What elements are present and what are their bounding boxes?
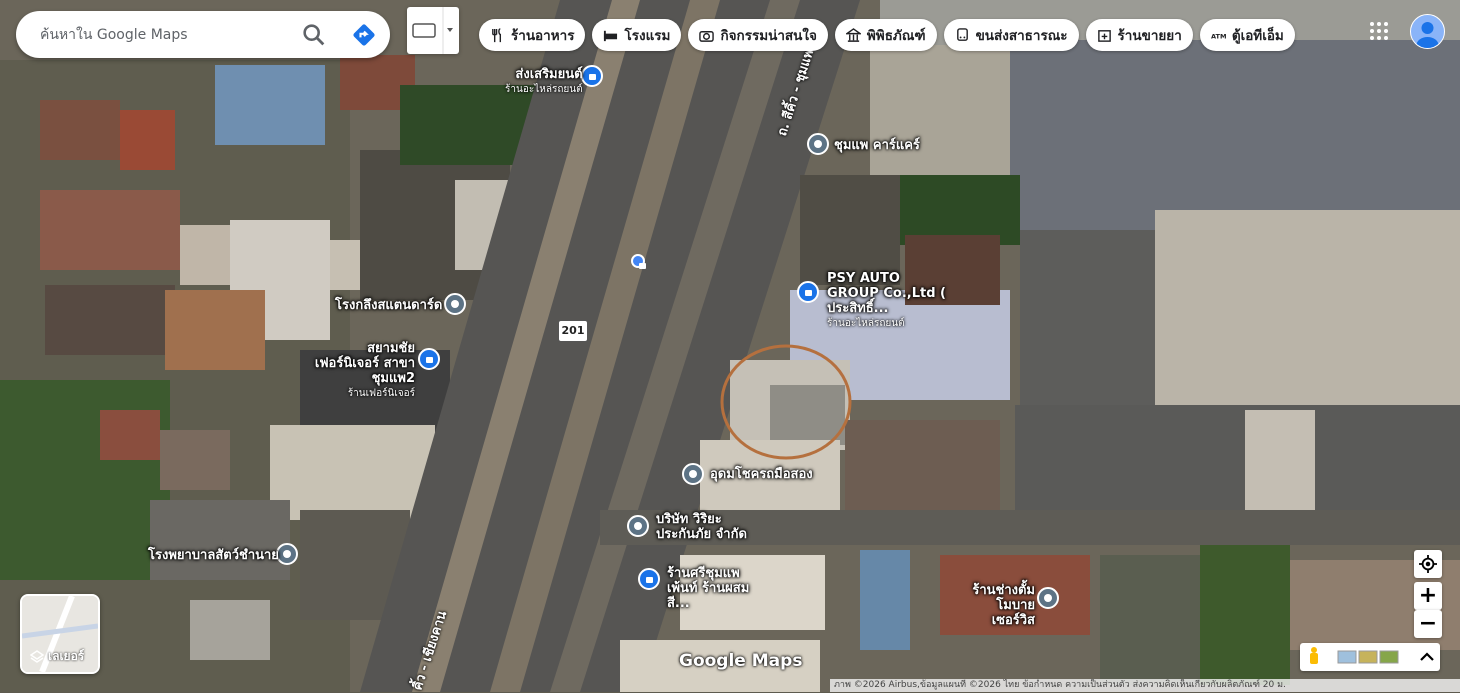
place-label[interactable]: สยามชัยเฟอร์นิเจอร์ สาขาชุมแพ2 ร้านเฟอร์น… xyxy=(303,341,415,401)
atm-icon: ATM xyxy=(1211,32,1226,40)
chip-label: ขนส่งสาธารณะ xyxy=(975,28,1068,44)
chip-label: โรงแรม xyxy=(624,28,671,44)
directions-icon[interactable] xyxy=(350,21,378,49)
shop-pin[interactable] xyxy=(797,281,819,303)
place-label[interactable]: บริษัท วิริยะ ประกันภัย จำกัด xyxy=(656,512,751,542)
search-input[interactable] xyxy=(38,21,302,49)
search-icon[interactable] xyxy=(300,21,328,49)
chevron-up-icon xyxy=(1420,652,1434,661)
shop-pin[interactable] xyxy=(638,568,660,590)
layers-label: เลเยอร์ xyxy=(30,647,84,666)
pharmacy-icon xyxy=(1097,29,1111,42)
my-location-button[interactable] xyxy=(1414,550,1442,578)
place-label[interactable]: โรงพยาบาลสัตว์ชำนาย xyxy=(148,548,279,563)
place-label[interactable]: ร้านช่างตั้ม โมบายเซอร์วิส xyxy=(955,583,1035,628)
layers-button[interactable]: เลเยอร์ xyxy=(20,594,100,674)
hotel-icon xyxy=(604,30,618,41)
google-maps-logo: Google Maps xyxy=(679,651,803,671)
chip-atms[interactable]: ATM ตู้เอทีเอ็ม xyxy=(1199,19,1295,51)
place-pin[interactable] xyxy=(627,515,649,537)
camera-icon xyxy=(699,30,715,42)
svg-text:ATM: ATM xyxy=(1211,32,1226,40)
layers-icon xyxy=(30,649,44,663)
place-label[interactable]: โรงกลึงสแตนดาร์ด xyxy=(335,298,442,313)
keyboard-icon xyxy=(412,23,436,38)
apps-grid-icon[interactable] xyxy=(1368,20,1390,42)
place-label[interactable]: ชุมแพ คาร์แคร์ xyxy=(834,138,920,153)
avatar[interactable] xyxy=(1410,14,1445,49)
current-location-dot xyxy=(631,254,646,269)
place-pin[interactable] xyxy=(807,133,829,155)
crosshair-icon xyxy=(1419,555,1437,573)
place-pin[interactable] xyxy=(1037,587,1059,609)
search-box xyxy=(16,11,390,58)
chip-label: กิจกรรมน่าสนใจ xyxy=(720,28,817,44)
chip-label: ตู้เอทีเอ็ม xyxy=(1231,28,1284,44)
place-label[interactable]: ส่งเสริมยนต์ ร้านอะไหล่รถยนต์ xyxy=(505,67,583,97)
chip-hotels[interactable]: โรงแรม xyxy=(592,19,682,51)
street-view-bar xyxy=(1300,643,1440,671)
zoom-out-button[interactable]: − xyxy=(1414,610,1442,638)
place-pin[interactable] xyxy=(444,293,466,315)
shop-pin[interactable] xyxy=(418,348,440,370)
place-pin[interactable] xyxy=(276,543,298,565)
museum-icon xyxy=(845,27,861,42)
place-label[interactable]: อุดมโชครถมือสอง xyxy=(710,467,813,482)
attribution-bar: ภาพ ©2026 Airbus,ข้อมูลแผนที่ ©2026 ไทย … xyxy=(830,679,1460,692)
chip-pharmacies[interactable]: ร้านขายยา xyxy=(1085,19,1193,51)
chip-things-to-do[interactable]: กิจกรรมน่าสนใจ xyxy=(688,19,828,51)
chip-restaurants[interactable]: ร้านอาหาร xyxy=(479,19,586,51)
highway-shield: 201 xyxy=(558,320,588,342)
chip-label: ร้านอาหาร xyxy=(511,28,575,44)
chevron-down-icon xyxy=(447,28,453,32)
shop-pin[interactable] xyxy=(581,65,603,87)
chip-label: ร้านขายยา xyxy=(1117,28,1182,44)
pegman-icon xyxy=(1310,647,1318,664)
transit-icon xyxy=(956,27,968,41)
category-chips: ร้านอาหาร โรงแรม กิจกรรมน่าสนใจ พิพิธภัณ… xyxy=(479,19,1295,51)
place-pin[interactable] xyxy=(682,463,704,485)
chip-transit[interactable]: ขนส่งสาธารณะ xyxy=(943,19,1079,51)
place-label[interactable]: ร้านศรีชุมแพ เพ้นท์ ร้านผสมสี... xyxy=(667,566,767,611)
place-label[interactable]: PSY AUTO GROUP Co.,Ltd ( ประสิทธิ์... ร้า… xyxy=(827,271,947,331)
input-tools-button[interactable] xyxy=(407,7,459,54)
restaurant-icon xyxy=(492,27,502,42)
zoom-in-button[interactable]: + xyxy=(1414,582,1442,610)
chip-museums[interactable]: พิพิธภัณฑ์ xyxy=(834,19,937,51)
chip-label: พิพิธภัณฑ์ xyxy=(866,28,926,44)
